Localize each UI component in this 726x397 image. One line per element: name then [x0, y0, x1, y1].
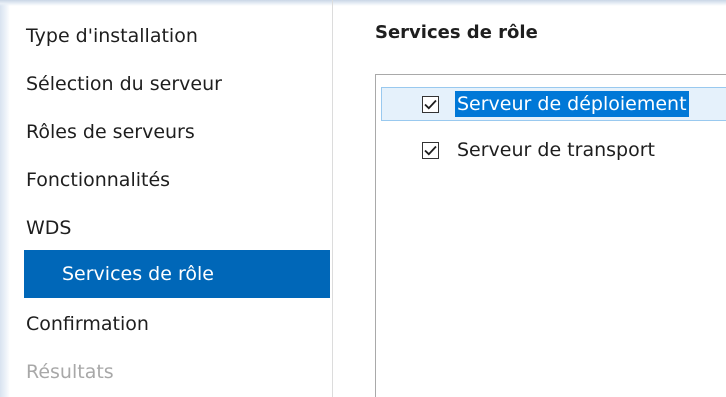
checkmark-icon	[424, 145, 437, 155]
page-title: Services de rôle	[375, 22, 538, 43]
nav-item-wds[interactable]: WDS	[24, 204, 330, 252]
nav-item-label: Sélection du serveur	[26, 73, 222, 95]
wizard-navigation: Type d'installation Sélection du serveur…	[16, 12, 334, 397]
list-item-label: Serveur de déploiement	[455, 91, 689, 117]
checkmark-icon	[424, 99, 437, 109]
list-item-serveur-transport[interactable]: Serveur de transport	[382, 133, 726, 167]
nav-item-type-installation[interactable]: Type d'installation	[24, 12, 330, 60]
nav-item-fonctionnalites[interactable]: Fonctionnalités	[24, 156, 330, 204]
nav-item-selection-serveur[interactable]: Sélection du serveur	[24, 60, 330, 108]
nav-item-services-role[interactable]: Services de rôle	[24, 250, 330, 298]
nav-item-confirmation[interactable]: Confirmation	[24, 300, 330, 348]
nav-item-label: Résultats	[26, 361, 114, 383]
checkbox-serveur-deploiement[interactable]	[422, 95, 439, 113]
nav-item-roles-serveurs[interactable]: Rôles de serveurs	[24, 108, 330, 156]
window-left-accent	[0, 0, 10, 397]
role-services-list[interactable]: Serveur de déploiement Serveur de transp…	[375, 74, 726, 397]
list-item-label: Serveur de transport	[457, 139, 655, 161]
window-top-accent	[0, 0, 726, 6]
pane-divider	[332, 0, 333, 397]
nav-item-label: Services de rôle	[62, 263, 214, 285]
nav-item-label: Confirmation	[26, 313, 149, 335]
nav-item-label: WDS	[26, 217, 72, 239]
nav-item-label: Type d'installation	[26, 25, 198, 47]
nav-item-resultats: Résultats	[24, 348, 330, 396]
wizard-window: Type d'installation Sélection du serveur…	[0, 0, 726, 397]
checkbox-serveur-transport[interactable]	[422, 141, 439, 159]
list-item-serveur-deploiement[interactable]: Serveur de déploiement	[381, 87, 726, 121]
nav-item-label: Fonctionnalités	[26, 169, 171, 191]
nav-item-label: Rôles de serveurs	[26, 121, 195, 143]
